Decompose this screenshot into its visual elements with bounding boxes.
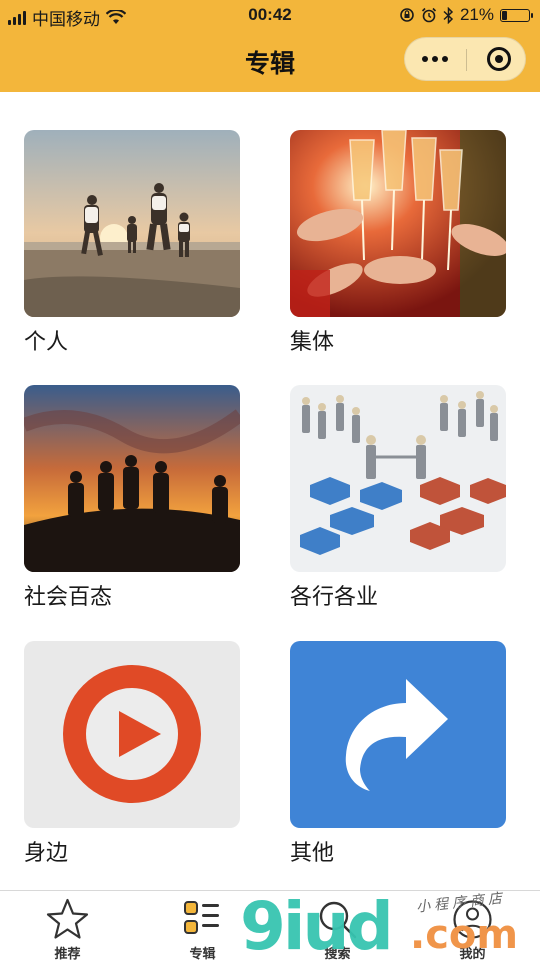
target-circle-icon[interactable] (487, 47, 511, 71)
album-card-group[interactable]: 集体 (290, 130, 506, 357)
play-circle-icon (63, 665, 201, 803)
album-card-industries[interactable]: 各行各业 (290, 385, 506, 612)
status-bar: 中国移动 00:42 21% (0, 0, 540, 30)
champagne-toast-image (290, 130, 506, 317)
tab-mine[interactable]: 我的 (405, 891, 540, 961)
album-list-icon (184, 901, 219, 934)
album-card-nearby[interactable]: 身边 (24, 641, 240, 868)
album-label: 其他 (290, 840, 335, 865)
battery-level (502, 10, 507, 20)
tab-recommend[interactable]: 推荐 (0, 891, 135, 961)
album-card-personal[interactable]: 个人 (24, 130, 240, 357)
nav-bar: 专辑 (0, 30, 540, 92)
share-arrow-icon (345, 679, 448, 791)
album-card-other[interactable]: 其他 (290, 641, 506, 868)
album-label: 个人 (24, 329, 69, 354)
business-figures-image (290, 385, 506, 572)
album-thumb-business[interactable] (290, 385, 506, 572)
bluetooth-icon (443, 6, 454, 24)
battery-icon (500, 8, 533, 22)
tab-label: 专辑 (189, 946, 216, 961)
album-label: 社会百态 (24, 584, 113, 609)
album-label: 各行各业 (290, 584, 379, 609)
album-thumb-play[interactable] (24, 641, 240, 828)
album-thumb-family[interactable] (24, 130, 240, 317)
album-label: 集体 (290, 329, 335, 354)
tab-albums[interactable]: 专辑 (135, 891, 270, 961)
tab-bar: 推荐 专辑 搜索 我的 (0, 890, 540, 961)
silhouettes-sunset-image (24, 385, 240, 572)
orientation-lock-icon (400, 8, 414, 22)
tab-label: 我的 (459, 946, 486, 961)
tab-label: 推荐 (54, 946, 81, 961)
more-dots-icon[interactable] (405, 38, 465, 80)
album-thumb-silhouettes[interactable] (24, 385, 240, 572)
capsule-divider (466, 49, 467, 71)
album-thumb-share[interactable] (290, 641, 506, 828)
status-right: 21% (399, 5, 533, 25)
user-icon (453, 900, 492, 939)
battery-percent: 21% (459, 5, 494, 24)
tab-search[interactable]: 搜索 (270, 891, 405, 961)
star-icon (46, 898, 89, 939)
alarm-icon (421, 7, 437, 23)
mini-program-capsule (404, 37, 526, 81)
album-card-society[interactable]: 社会百态 (24, 385, 240, 612)
family-beach-image (24, 130, 240, 317)
album-label: 身边 (24, 840, 69, 865)
tab-label: 搜索 (324, 946, 351, 961)
search-icon (319, 901, 357, 939)
album-thumb-toast[interactable] (290, 130, 506, 317)
